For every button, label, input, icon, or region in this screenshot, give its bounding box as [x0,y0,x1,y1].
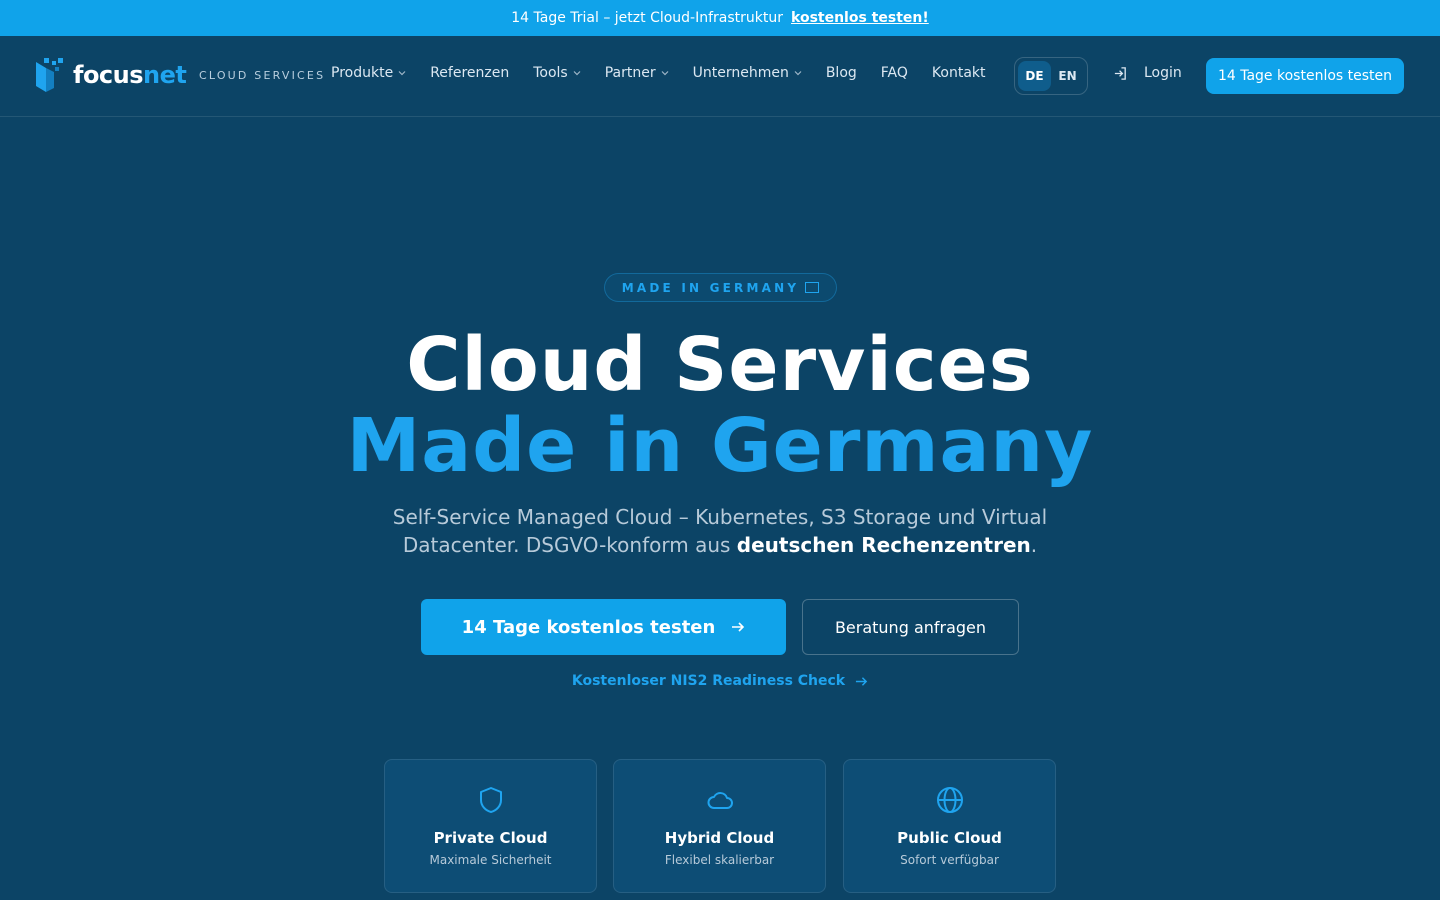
card-title: Public Cloud [897,829,1002,847]
brand-word-net: net [143,61,187,89]
login-icon [1114,66,1126,80]
nav-item-unternehmen[interactable]: Unternehmen [693,65,802,81]
nav-item-produkte[interactable]: Produkte [331,65,406,81]
login-label: Login [1144,65,1182,81]
card-public-cloud[interactable]: Public Cloud Sofort verfügbar [843,759,1056,893]
start-trial-button[interactable]: 14 Tage kostenlos testen [421,599,786,655]
hero-subtitle-bold: deutschen Rechenzentren [736,533,1031,557]
chevron-down-icon [794,71,802,76]
made-in-germany-badge: MADE IN GERMANY [604,273,837,302]
focusnet-logo-icon [36,58,63,92]
announcement-bar: 14 Tage Trial – jetzt Cloud-Infrastruktu… [0,0,1440,36]
arrow-right-icon [856,676,868,686]
hero-subtitle: Self-Service Managed Cloud – Kubernetes,… [360,503,1080,559]
login-link[interactable]: Login [1113,65,1182,81]
brand-wordmark: focusnet [73,61,187,89]
nav-menu: Produkte Referenzen Tools Partner Untern… [331,65,1010,81]
nav-item-tools[interactable]: Tools [533,65,581,81]
nav-item-label: Referenzen [430,65,510,81]
flag-icon [805,282,820,293]
announcement-text: 14 Tage Trial – jetzt Cloud-Infrastruktu… [511,10,784,26]
card-hybrid-cloud[interactable]: Hybrid Cloud Flexibel skalierbar [613,759,826,893]
nav-item-referenzen[interactable]: Referenzen [430,65,509,81]
nav-item-label: Produkte [331,65,394,81]
nav-item-faq[interactable]: FAQ [881,65,908,81]
start-trial-label: 14 Tage kostenlos testen [461,616,716,638]
hero-subtitle-end: . [1030,533,1038,557]
nav-item-label: Unternehmen [692,65,789,81]
nav-item-kontakt[interactable]: Kontakt [932,65,986,81]
nis2-check-link[interactable]: Kostenloser NIS2 Readiness Check [0,673,1440,689]
card-private-cloud[interactable]: Private Cloud Maximale Sicherheit [384,759,597,893]
hero-title-line1: Cloud Services [406,322,1034,408]
arrow-right-icon [732,622,745,632]
card-subtitle: Sofort verfügbar [900,853,999,867]
cloud-icon [707,792,733,809]
nav-item-label: Partner [604,65,656,81]
lang-option-en[interactable]: EN [1051,61,1084,91]
hero-title-line2: Made in Germany [346,403,1094,489]
badge-label: MADE IN GERMANY [621,280,800,295]
nav-item-label: Kontakt [931,65,986,81]
brand-logo[interactable]: focusnet [36,58,187,92]
shield-icon [479,787,502,813]
nav-trial-button[interactable]: 14 Tage kostenlos testen [1206,58,1404,94]
card-subtitle: Maximale Sicherheit [429,853,552,867]
request-consultation-button[interactable]: Beratung anfragen [802,599,1019,655]
card-subtitle: Flexibel skalierbar [664,853,775,867]
lang-option-de[interactable]: DE [1018,61,1051,91]
chevron-down-icon [573,71,581,76]
nav-item-partner[interactable]: Partner [605,65,669,81]
brand-tagline: CLOUD SERVICES [199,69,326,82]
nav-item-label: Tools [533,65,568,81]
main-navigation: focusnet CLOUD SERVICES Produkte Referen… [0,36,1440,117]
announcement-link[interactable]: kostenlos testen! [791,10,929,26]
nis2-check-label: Kostenloser NIS2 Readiness Check [571,673,846,689]
brand-word-focus: focus [73,61,144,89]
nav-item-label: Blog [825,65,857,81]
nav-item-blog[interactable]: Blog [826,65,857,81]
chevron-down-icon [398,71,406,76]
globe-icon [936,787,963,813]
language-switcher: DE EN [1014,57,1088,95]
chevron-down-icon [661,71,669,76]
card-title: Hybrid Cloud [664,829,775,847]
card-title: Private Cloud [433,829,548,847]
nav-item-label: FAQ [880,65,908,81]
